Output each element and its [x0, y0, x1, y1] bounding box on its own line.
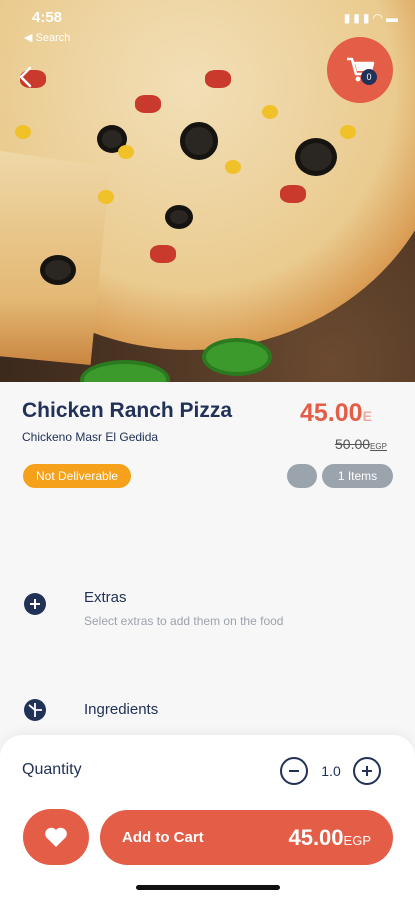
olive-topping [40, 255, 76, 285]
corn-topping [15, 125, 31, 139]
old-price-value: 50.00 [335, 436, 371, 452]
jalapeno-garnish [202, 338, 272, 376]
battery-icon: ▬ [386, 11, 401, 25]
minus-icon [289, 770, 299, 772]
total-price-value: 45.00 [288, 825, 344, 850]
olive-topping [295, 138, 337, 176]
pepper-topping [135, 95, 161, 113]
total-price-currency: EGP [343, 833, 371, 848]
extras-title[interactable]: Extras [84, 589, 127, 606]
olive-topping [165, 205, 193, 229]
wifi-icon: ◠ [372, 11, 386, 25]
old-price: 50.00EGP [335, 436, 387, 452]
chevron-left-icon [19, 66, 32, 88]
plus-circle-icon [30, 599, 40, 609]
corn-topping [340, 125, 356, 139]
olive-topping [180, 122, 218, 160]
cart-count-badge: 0 [361, 69, 377, 85]
add-to-cart-label: Add to Cart [122, 829, 204, 846]
corn-topping [262, 105, 278, 119]
corn-topping [98, 190, 114, 204]
home-indicator[interactable] [136, 885, 280, 890]
total-price: 45.00EGP [288, 825, 371, 851]
pie-icon [28, 703, 42, 717]
pepper-topping [205, 70, 231, 88]
add-to-cart-button[interactable]: Add to Cart 45.00EGP [100, 810, 393, 865]
increase-quantity-button[interactable] [353, 757, 381, 785]
ingredients-toggle[interactable] [24, 699, 46, 721]
variant-pill[interactable] [287, 464, 317, 488]
quantity-label: Quantity [22, 761, 82, 778]
status-icons: ▮▮▮◠▬ [344, 11, 401, 25]
pepper-topping [150, 245, 176, 263]
old-price-currency: EGP [370, 442, 387, 451]
status-time: 4:58 [32, 9, 63, 26]
signal-icon: ▮▮▮ [343, 11, 373, 25]
status-back-link[interactable]: ◀ Search [24, 31, 70, 44]
decrease-quantity-button[interactable] [280, 757, 308, 785]
corn-topping [225, 160, 241, 174]
restaurant-name: Chickeno Masr El Gedida [22, 430, 159, 444]
back-button[interactable] [12, 62, 42, 92]
jalapeno-garnish [80, 360, 170, 382]
extras-description: Select extras to add them on the food [84, 614, 284, 628]
ingredients-title[interactable]: Ingredients [84, 701, 158, 718]
extras-add-button[interactable] [24, 593, 46, 615]
corn-topping [118, 145, 134, 159]
favorite-button[interactable] [23, 809, 89, 865]
pepper-topping [280, 185, 306, 203]
product-price: 45.00E [300, 399, 372, 428]
plus-icon [362, 766, 372, 776]
cart-button[interactable]: 0 [327, 37, 393, 103]
availability-badge: Not Deliverable [23, 464, 132, 488]
quantity-value: 1.0 [321, 763, 341, 779]
price-value: 45.00 [300, 399, 363, 427]
price-currency: E [362, 408, 372, 424]
items-count-pill[interactable]: 1 Items [322, 464, 393, 488]
product-title: Chicken Ranch Pizza [22, 399, 233, 422]
heart-icon [45, 827, 67, 847]
